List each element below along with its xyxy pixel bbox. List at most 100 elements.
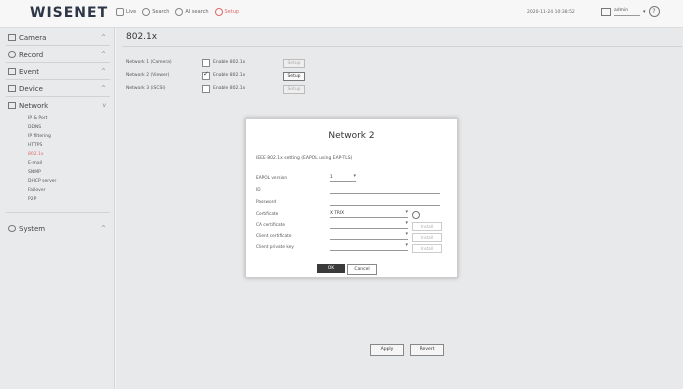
setup-button-network-3[interactable]: Setup — [283, 85, 305, 94]
divider — [6, 96, 110, 97]
cancel-button[interactable]: Cancel — [347, 264, 377, 275]
divider — [6, 62, 110, 63]
device-icon — [8, 85, 16, 92]
user-select[interactable]: admin — [614, 7, 640, 16]
checkbox-network-3[interactable] — [202, 85, 210, 93]
eapol-version-select[interactable]: 1 ▾ — [330, 173, 356, 182]
dialog-buttons: OK Cancel — [317, 264, 377, 275]
nav-live[interactable]: Live — [116, 8, 136, 16]
top-bar: WISENET Live Search AI search Setup 2020… — [0, 0, 683, 28]
wisenet-logo: WISENET — [30, 5, 109, 21]
sidebar-sub-ip-filtering[interactable]: IP filtering — [28, 134, 51, 139]
network-icon — [8, 102, 16, 109]
sidebar-sub-failover[interactable]: Failover — [28, 188, 45, 193]
id-input[interactable] — [330, 187, 440, 194]
row-label-network-2: Network 2 (Viewer) — [126, 73, 170, 78]
bell-icon — [8, 68, 16, 75]
help-icon[interactable]: ? — [648, 6, 660, 17]
row-label-network-1: Network 1 (Camera) — [126, 60, 172, 65]
install-client-cert-button[interactable]: Install — [412, 233, 442, 242]
chevron-down-icon: ▾ — [405, 242, 408, 248]
ca-certificate-select[interactable]: ▾ — [330, 220, 408, 229]
chevron-down-icon: ▾ — [643, 8, 646, 15]
divider — [6, 212, 110, 213]
install-ca-button[interactable]: Install — [412, 222, 442, 231]
nav-ai-search[interactable]: AI search — [175, 8, 209, 16]
bottom-buttons: Apply Revert — [370, 344, 444, 356]
sidebar-sub-p2p[interactable]: P2P — [28, 197, 36, 202]
apply-button[interactable]: Apply — [370, 344, 404, 356]
datetime: 2020-11-24 10:38:52 — [527, 10, 575, 15]
nav-search-label: Search — [152, 9, 170, 15]
revert-button[interactable]: Revert — [410, 344, 444, 356]
certificate-value: X TRIX — [330, 211, 345, 216]
sidebar: Camera ^ Record ^ Event ^ Device ^ Network v … — [0, 28, 115, 389]
password-input[interactable] — [330, 199, 440, 206]
divider — [122, 46, 682, 47]
chevron-up-icon: ^ — [100, 51, 106, 58]
system-gear-icon — [8, 225, 16, 232]
sidebar-sub-https[interactable]: HTTPS — [28, 143, 42, 148]
sidebar-sub-email[interactable]: E-mail — [28, 161, 42, 166]
certificate-select[interactable]: X TRIX ▾ — [330, 209, 408, 218]
id-label: ID — [256, 188, 261, 193]
checkbox-label: Enable 802.1x — [213, 86, 246, 91]
setup-button-network-1[interactable]: Setup — [283, 59, 305, 68]
page-title: 802.1x — [126, 32, 158, 42]
sidebar-sub-dhcp-server[interactable]: DHCP server — [28, 179, 56, 184]
nav-setup[interactable]: Setup — [214, 8, 240, 16]
sidebar-sub-802-1x[interactable]: 802.1x — [28, 152, 44, 157]
top-nav: Live Search AI search Setup — [116, 8, 239, 16]
nav-setup-label: Setup — [224, 9, 240, 15]
sidebar-item-system[interactable]: System ^ — [8, 222, 110, 235]
sidebar-item-label: Device — [19, 84, 43, 93]
divider — [6, 79, 110, 80]
sidebar-item-camera[interactable]: Camera ^ — [8, 31, 110, 44]
sidebar-item-record[interactable]: Record ^ — [8, 48, 110, 61]
setup-button-network-2[interactable]: Setup — [283, 72, 305, 81]
chevron-up-icon: ^ — [100, 34, 106, 41]
chevron-down-icon: v — [102, 102, 106, 109]
gear-icon — [214, 8, 223, 16]
client-private-key-select[interactable]: ▾ — [330, 242, 408, 251]
sidebar-item-label: Record — [19, 50, 44, 59]
sidebar-item-label: Network — [19, 101, 49, 110]
monitor-icon — [116, 8, 124, 16]
client-certificate-select[interactable]: ▾ — [330, 231, 408, 240]
certificate-label: Certificate — [256, 212, 279, 217]
client-private-key-label: Client private key — [256, 245, 294, 250]
nav-search[interactable]: Search — [142, 8, 169, 16]
password-label: Password — [256, 200, 277, 205]
row-label-network-3: Network 3 (iSCSI) — [126, 86, 166, 91]
checkbox-network-2[interactable] — [202, 70, 210, 80]
user-area: admin ▾ ? — [601, 6, 660, 17]
sidebar-item-event[interactable]: Event ^ — [8, 65, 110, 78]
checkbox-label: Enable 802.1x — [213, 73, 246, 78]
divider — [6, 45, 110, 46]
record-icon — [8, 51, 16, 58]
sidebar-item-network[interactable]: Network v — [8, 99, 110, 112]
user-icon — [601, 7, 611, 16]
chevron-up-icon: ^ — [100, 225, 106, 232]
sidebar-sub-snmp[interactable]: SNMP — [28, 170, 41, 175]
search-icon — [142, 8, 151, 16]
chevron-up-icon: ^ — [100, 85, 106, 92]
eapol-version-label: EAPOL version — [256, 176, 288, 181]
client-certificate-label: Client certificate — [256, 234, 292, 239]
install-private-key-button[interactable]: Install — [412, 244, 442, 253]
dialog-title: Network 2 — [328, 131, 375, 141]
chevron-down-icon: ▾ — [353, 173, 356, 179]
eapol-version-value: 1 — [330, 175, 333, 180]
sidebar-sub-ip-port[interactable]: IP & Port — [28, 116, 47, 121]
sidebar-item-device[interactable]: Device ^ — [8, 82, 110, 95]
sidebar-sub-ddns[interactable]: DDNS — [28, 125, 41, 130]
checkbox-network-1[interactable] — [202, 59, 210, 67]
refresh-icon[interactable] — [412, 211, 420, 219]
sidebar-item-label: Camera — [19, 33, 47, 42]
chevron-down-icon: ▾ — [405, 231, 408, 237]
sidebar-item-label: Event — [19, 67, 40, 76]
ok-button[interactable]: OK — [317, 264, 345, 273]
ai-search-icon — [175, 8, 184, 16]
chevron-down-icon: ▾ — [405, 209, 408, 215]
dialog-description: IEEE 802.1x setting (EAPOL using EAP-TLS… — [256, 156, 353, 161]
